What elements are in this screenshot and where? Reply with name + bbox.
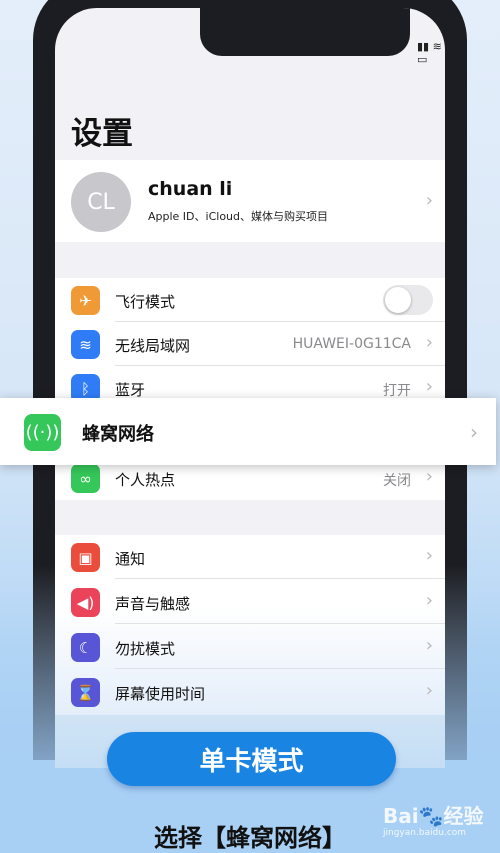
cellular-icon: ((·)) — [24, 414, 61, 451]
chevron-right-icon: › — [425, 466, 433, 487]
settings-row-dnd[interactable]: ☾ 勿扰模式 › — [55, 625, 445, 669]
single-card-mode-button[interactable]: 单卡模式 — [107, 732, 396, 786]
settings-row-sound[interactable]: ◀) 声音与触感 › — [55, 580, 445, 624]
airplane-icon: ✈ — [71, 286, 100, 315]
hourglass-icon: ⌛ — [71, 678, 100, 707]
baidu-watermark-url: jingyan.baidu.com — [383, 828, 467, 838]
chevron-right-icon: › — [425, 376, 433, 397]
row-label: 个人热点 — [115, 471, 176, 489]
notch — [200, 8, 410, 56]
row-label: 蓝牙 — [115, 381, 146, 399]
sound-icon: ◀) — [71, 588, 100, 617]
airplane-toggle[interactable] — [383, 285, 433, 315]
chevron-right-icon: › — [425, 545, 433, 566]
cellular-highlight-row[interactable]: ((·)) 蜂窝网络 › — [0, 398, 496, 465]
baidu-watermark: Bai🐾经验 — [383, 804, 484, 828]
profile-name: chuan li — [148, 178, 233, 200]
chevron-right-icon: › — [425, 680, 433, 701]
row-label: 声音与触感 — [115, 595, 191, 613]
notification-icon: ▣ — [71, 543, 100, 572]
page-title: 设置 — [71, 116, 133, 152]
settings-row-airplane[interactable]: ✈ 飞行模式 — [55, 278, 445, 322]
settings-row-notifications[interactable]: ▣ 通知 › — [55, 535, 445, 579]
hotspot-icon: ∞ — [71, 464, 100, 493]
profile-row[interactable]: CL chuan li Apple ID、iCloud、媒体与购买项目 › — [55, 160, 445, 242]
chevron-right-icon: › — [425, 190, 433, 211]
chevron-right-icon: › — [470, 420, 478, 444]
avatar: CL — [71, 172, 131, 232]
row-value: 打开 — [383, 383, 411, 399]
profile-subtitle: Apple ID、iCloud、媒体与购买项目 — [148, 210, 329, 223]
status-icons: ▮▮ ≋ ▭ — [417, 40, 442, 66]
chevron-right-icon: › — [425, 635, 433, 656]
moon-icon: ☾ — [71, 633, 100, 662]
row-value: 关闭 — [383, 473, 411, 489]
row-label: 蜂窝网络 — [82, 424, 154, 445]
row-label: 无线局域网 — [115, 337, 191, 355]
chevron-right-icon: › — [425, 590, 433, 611]
row-label: 通知 — [115, 550, 146, 568]
settings-row-screen-time[interactable]: ⌛ 屏幕使用时间 › — [55, 670, 445, 714]
row-label: 飞行模式 — [115, 293, 176, 311]
wifi-icon: ≋ — [71, 330, 100, 359]
row-label: 勿扰模式 — [115, 640, 176, 658]
row-value: HUAWEI-0G11CA — [292, 336, 411, 352]
row-label: 屏幕使用时间 — [115, 685, 206, 703]
settings-row-wifi[interactable]: ≋ 无线局域网 HUAWEI-0G11CA › — [55, 322, 445, 366]
chevron-right-icon: › — [425, 332, 433, 353]
phone-screen: ▮▮ ≋ ▭ 设置 CL chuan li Apple ID、iCloud、媒体… — [55, 8, 445, 768]
